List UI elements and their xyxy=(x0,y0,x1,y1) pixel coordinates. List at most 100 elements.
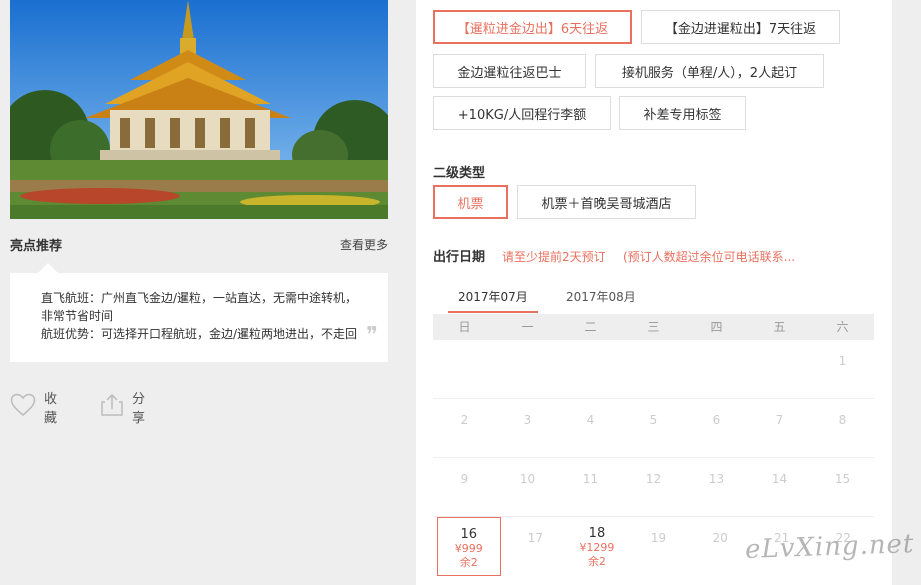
highlight-line: 直飞航班：广州直飞金边/暹粒，一站直达，无需中途转机， xyxy=(41,291,358,305)
day-number: 20 xyxy=(712,531,728,545)
weekday-wed: 三 xyxy=(647,320,660,334)
day-number: 2 xyxy=(460,413,469,427)
calendar-empty-cell xyxy=(748,340,811,398)
weekday-fri: 五 xyxy=(773,320,786,334)
primary-option-phnompenh-siemreap[interactable]: 【金边进暹粒出】7天往返 xyxy=(641,10,840,44)
highlights-text: 直飞航班：广州直飞金边/暹粒，一站直达，无需中途转机， 非常节省时间 航班优势：… xyxy=(41,289,366,343)
option-label: 机票 xyxy=(457,196,484,212)
month-tab-july[interactable]: 2017年07月 xyxy=(458,288,528,305)
destination-photo xyxy=(10,0,388,219)
share-button[interactable]: 分享 xyxy=(100,392,145,426)
calendar-empty-cell xyxy=(622,340,685,398)
share-label: 分享 xyxy=(132,392,146,426)
day-number: 17 xyxy=(527,531,543,545)
highlights-box: 直飞航班：广州直飞金边/暹粒，一站直达，无需中途转机， 非常节省时间 航班优势：… xyxy=(10,263,388,362)
day-number: 7 xyxy=(775,413,784,427)
advance-booking-tip: 请至少提前2天预订 xyxy=(502,250,606,264)
calendar-empty-cell xyxy=(559,340,622,398)
weekday-mon: 一 xyxy=(521,320,534,334)
option-label: 机票＋首晚吴哥城酒店 xyxy=(541,196,672,212)
calendar-day: 14 xyxy=(748,458,811,516)
calendar-day: 1 xyxy=(811,340,874,398)
site-watermark: eLvXing.net xyxy=(744,529,915,565)
day-number: 15 xyxy=(834,472,851,486)
calendar-day: 13 xyxy=(685,458,748,516)
contact-tip: (预订人数超过余位可电话联系... xyxy=(623,250,796,264)
secondary-type-label: 二级类型 xyxy=(433,166,486,181)
day-number: 19 xyxy=(650,531,667,545)
highlights-header: 亮点推荐 查看更多 xyxy=(10,235,388,255)
calendar-day: 17 xyxy=(505,517,567,576)
day-price: ¥1299 xyxy=(579,541,615,554)
calendar-day: 11 xyxy=(559,458,622,516)
primary-option-siemreap-phnompenh[interactable]: 【暹粒进金边出】6天往返 xyxy=(433,10,632,44)
calendar-week-row: 2 3 4 5 6 7 8 xyxy=(433,399,874,458)
calendar-day[interactable]: 18 ¥1299 余2 xyxy=(566,517,628,576)
calendar-day: 15 xyxy=(811,458,874,516)
seats-left: 余2 xyxy=(459,556,478,569)
primary-option-luggage[interactable]: +10KG/人回程行李额 xyxy=(433,96,611,130)
weekday-thu: 四 xyxy=(710,320,723,334)
calendar-day: 5 xyxy=(622,399,685,457)
option-label: 接机服务（单程/人），2人起订 xyxy=(621,65,798,81)
day-number: 6 xyxy=(712,413,721,427)
share-icon xyxy=(100,393,124,421)
highlight-line: 非常节省时间 xyxy=(41,309,114,323)
calendar-day: 20 xyxy=(689,517,751,576)
day-number: 14 xyxy=(771,472,788,486)
primary-option-bus[interactable]: 金边暹粒往返巴士 xyxy=(433,54,586,88)
month-tab-august[interactable]: 2017年08月 xyxy=(566,288,636,305)
calendar-weekday-header: 日 一 二 三 四 五 六 xyxy=(433,314,874,340)
highlights-notch xyxy=(38,263,58,273)
seats-left: 余2 xyxy=(587,555,606,568)
favorite-button[interactable]: 收藏 xyxy=(10,392,57,426)
travel-date-label: 出行日期 xyxy=(433,250,486,265)
day-number: 11 xyxy=(582,472,599,486)
calendar-day: 7 xyxy=(748,399,811,457)
calendar-day: 3 xyxy=(496,399,559,457)
heart-icon xyxy=(10,393,36,421)
primary-option-pickup[interactable]: 接机服务（单程/人），2人起订 xyxy=(595,54,824,88)
option-label: 补差专用标签 xyxy=(643,107,722,123)
option-label: +10KG/人回程行李额 xyxy=(457,107,587,123)
calendar-day: 19 xyxy=(628,517,690,576)
day-number: 1 xyxy=(838,354,847,368)
day-number: 3 xyxy=(523,413,532,427)
day-number: 18 xyxy=(588,526,606,541)
calendar-day: 8 xyxy=(811,399,874,457)
day-number: 10 xyxy=(519,472,536,486)
weekday-tue: 二 xyxy=(584,320,597,334)
calendar-week-row: 1 xyxy=(433,340,874,399)
view-more-link[interactable]: 查看更多 xyxy=(340,236,388,253)
day-number: 13 xyxy=(708,472,725,486)
calendar-day: 10 xyxy=(496,458,559,516)
day-number: 8 xyxy=(838,413,847,427)
day-number: 9 xyxy=(460,472,469,486)
highlight-line: 航班优势：可选择开口程航班，金边/暹粒两地进出，不走回 xyxy=(41,327,358,341)
favorite-label: 收藏 xyxy=(44,392,58,426)
calendar-empty-cell xyxy=(433,340,496,398)
option-label: 【暹粒进金边出】6天往返 xyxy=(456,21,609,37)
secondary-option-flight-hotel[interactable]: 机票＋首晚吴哥城酒店 xyxy=(517,185,696,219)
option-label: 金边暹粒往返巴士 xyxy=(457,65,562,81)
primary-option-surcharge[interactable]: 补差专用标签 xyxy=(619,96,746,130)
day-number: 12 xyxy=(645,472,662,486)
calendar-day[interactable]: 16 ¥999 余2 xyxy=(437,517,501,576)
highlights-title: 亮点推荐 xyxy=(10,239,63,254)
day-price: ¥999 xyxy=(454,542,483,555)
calendar-day: 9 xyxy=(433,458,496,516)
day-number: 4 xyxy=(586,413,595,427)
calendar-day: 6 xyxy=(685,399,748,457)
calendar-empty-cell xyxy=(496,340,559,398)
calendar-day: 4 xyxy=(559,399,622,457)
weekday-sun: 日 xyxy=(458,320,471,334)
active-month-underline xyxy=(448,311,538,313)
calendar-day: 2 xyxy=(433,399,496,457)
calendar-empty-cell xyxy=(685,340,748,398)
quote-mark-icon: ❞ xyxy=(366,323,378,348)
secondary-option-flight[interactable]: 机票 xyxy=(433,185,508,219)
day-number: 16 xyxy=(460,527,478,542)
calendar-week-row: 9 10 11 12 13 14 15 xyxy=(433,458,874,517)
day-number: 5 xyxy=(649,413,658,427)
option-label: 【金边进暹粒出】7天往返 xyxy=(664,21,817,37)
